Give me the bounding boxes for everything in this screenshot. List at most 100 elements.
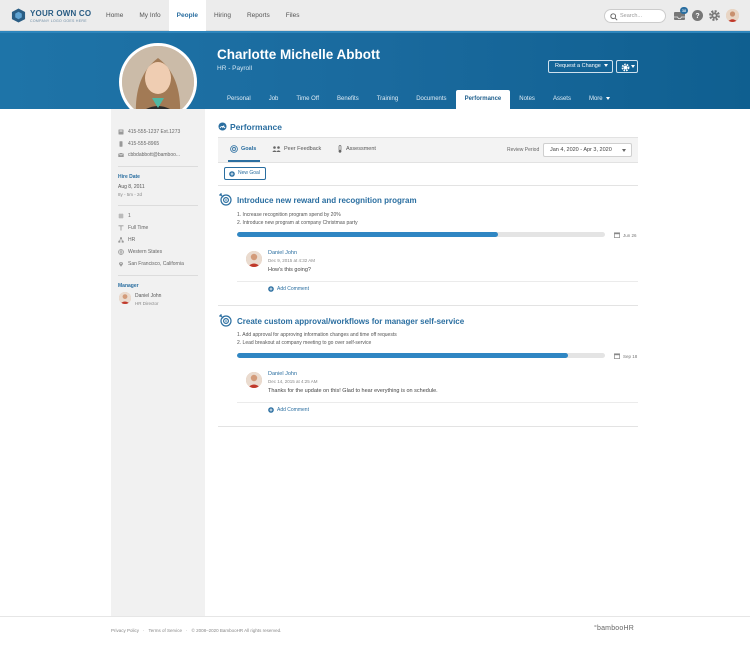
email-icon: [118, 152, 124, 157]
subtab-goals-label: Goals: [241, 146, 257, 152]
request-change-button[interactable]: Request a Change: [548, 60, 613, 73]
clock-icon: [118, 225, 124, 231]
division: Western States: [118, 249, 162, 255]
plus-circle-icon: [229, 171, 235, 177]
divider: [218, 426, 638, 427]
mobile-phone[interactable]: 415-555-8965: [118, 141, 159, 147]
tab-job[interactable]: Job: [260, 90, 288, 109]
manager-title: HR Director: [135, 301, 159, 306]
location: San Francisco, California: [118, 261, 184, 267]
comment-text: How's this going?: [268, 267, 311, 273]
comment-author[interactable]: Daniel John: [268, 250, 297, 256]
tab-personal[interactable]: Personal: [218, 90, 260, 109]
employee-number-value: 1: [128, 213, 131, 219]
tab-performance[interactable]: Performance: [455, 90, 511, 109]
goal-title[interactable]: Introduce new reward and recognition pro…: [237, 196, 417, 205]
email[interactable]: cbbdabbott@bamboo...: [118, 152, 180, 158]
review-period-label: Review Period: [507, 147, 540, 153]
sidebar-divider: [118, 166, 198, 167]
manager-avatar-image: [119, 292, 131, 304]
divider: [237, 402, 638, 403]
target-icon: [230, 145, 238, 153]
tab-training[interactable]: Training: [368, 90, 407, 109]
commenter-avatar[interactable]: [246, 372, 262, 388]
footer-separator: ·: [186, 628, 188, 633]
new-goal-button[interactable]: New Goal: [224, 167, 266, 180]
location-pin-icon: [119, 262, 123, 267]
notification-count-badge: 38: [680, 7, 688, 14]
section-title: Performance: [230, 122, 282, 132]
tenure-value: 8y - 5m - 2d: [118, 192, 143, 197]
goal-due-date: Jun 26: [614, 232, 637, 238]
company-logo[interactable]: YOUR OWN CO COMPANY LOGO GOES HERE: [11, 7, 101, 25]
copyright-text: © 2008–2020 BambooHR All rights reserved…: [191, 628, 282, 633]
subtab-goals[interactable]: Goals: [230, 145, 256, 153]
goal-progress-fill: [237, 232, 499, 237]
division-value: Western States: [128, 249, 163, 255]
divider: [218, 185, 638, 186]
tab-benefits[interactable]: Benefits: [328, 90, 368, 109]
hire-date-label: Hire Date: [118, 174, 140, 180]
commenter-avatar-image: [246, 372, 262, 388]
nav-item-people[interactable]: People: [168, 0, 206, 31]
add-comment-button[interactable]: Add Comment: [268, 407, 309, 413]
mobile-phone-icon: [119, 141, 123, 147]
goal-progress-bar: [237, 232, 605, 237]
main-nav: Home My Info People Hiring Reports Files: [98, 0, 307, 31]
manager-avatar[interactable]: [119, 292, 131, 304]
nav-item-files[interactable]: Files: [278, 0, 308, 31]
user-avatar[interactable]: [726, 9, 739, 22]
comment-date: Dec 14, 2015 at 4:25 AM: [268, 379, 318, 384]
employee-name: Charlotte Michelle Abbott: [217, 47, 381, 62]
comment-text: Thanks for the update on this! Glad to h…: [268, 388, 438, 394]
goal-progress-fill: [237, 353, 569, 358]
subtab-assessment-label: Assessment: [346, 146, 376, 152]
employee-number: 1: [118, 213, 131, 219]
commenter-avatar[interactable]: [246, 251, 262, 267]
manager-name[interactable]: Daniel John: [135, 293, 161, 299]
add-comment-button[interactable]: Add Comment: [268, 286, 309, 292]
subtab-peer-feedback[interactable]: Peer Feedback: [272, 145, 321, 153]
calendar-icon: [614, 353, 620, 359]
search-placeholder: Search...: [620, 13, 643, 19]
bamboohr-logo[interactable]: °bambooHR: [594, 625, 634, 632]
employment-status: Full Time: [118, 225, 148, 231]
tab-more[interactable]: More: [580, 90, 619, 109]
settings-gear-icon[interactable]: [708, 9, 721, 22]
profile-photo-image: [122, 46, 194, 118]
divider: [237, 281, 638, 282]
tab-notes[interactable]: Notes: [510, 90, 544, 109]
subtab-assessment[interactable]: Assessment: [337, 145, 376, 153]
work-phone[interactable]: 415-555-1237 Ext.1273: [118, 129, 180, 135]
privacy-policy-link[interactable]: Privacy Policy: [111, 628, 139, 633]
review-period-select[interactable]: Jan 4, 2020 - Apr 3, 2020: [543, 143, 632, 157]
employee-title: HR - Payroll: [217, 65, 253, 72]
profile-settings-button[interactable]: [616, 60, 638, 73]
goal-due-date-value: Sep 18: [623, 353, 638, 359]
nav-item-home[interactable]: Home: [98, 0, 131, 31]
goal-step: 1. Increase recognition program spend by…: [237, 212, 341, 218]
chevron-down-icon: [631, 65, 635, 68]
commenter-avatar-image: [246, 251, 262, 267]
nav-item-my-info[interactable]: My Info: [131, 0, 168, 31]
footer-divider: [0, 616, 750, 617]
help-icon[interactable]: ?: [691, 9, 704, 22]
calendar-icon: [614, 232, 620, 238]
search-input[interactable]: Search...: [604, 9, 666, 23]
nav-item-reports[interactable]: Reports: [239, 0, 278, 31]
tab-documents[interactable]: Documents: [407, 90, 455, 109]
people-icon: [272, 146, 281, 152]
manager-label: Manager: [118, 283, 139, 289]
add-comment-label: Add Comment: [277, 286, 309, 292]
terms-of-service-link[interactable]: Terms of Service: [149, 628, 183, 633]
goal-title[interactable]: Create custom approval/workflows for man…: [237, 317, 464, 326]
footer-separator: ·: [143, 628, 145, 633]
tab-time-off[interactable]: Time Off: [287, 90, 328, 109]
nav-item-hiring[interactable]: Hiring: [206, 0, 239, 31]
comment-author[interactable]: Daniel John: [268, 371, 297, 377]
add-comment-label: Add Comment: [277, 407, 309, 413]
tab-assets[interactable]: Assets: [544, 90, 580, 109]
subtab-peer-feedback-label: Peer Feedback: [284, 146, 322, 152]
hexagon-logo-icon: [11, 8, 26, 23]
sidebar-divider: [118, 205, 198, 206]
